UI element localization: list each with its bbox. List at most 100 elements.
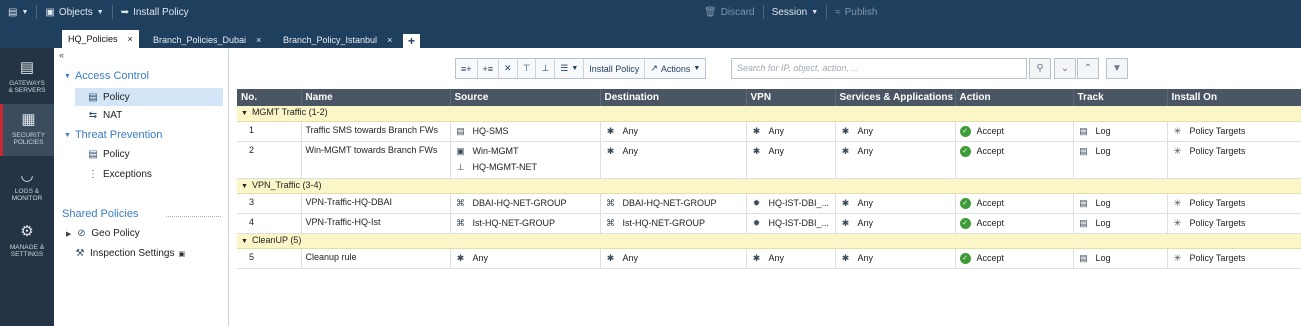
- rule-track[interactable]: ▤ Log: [1073, 248, 1168, 269]
- add-tab-button[interactable]: +: [403, 34, 420, 48]
- add-rule-above-button[interactable]: ≡+: [456, 59, 478, 78]
- nav-logs-monitor[interactable]: ◡ LOGS & MONITOR: [0, 160, 54, 212]
- table-row[interactable]: 2 Win-MGMT towards Branch FWs ▣ Win-MGMT …: [237, 141, 1301, 179]
- rule-name[interactable]: VPN-Traffic-HQ-DBAI: [301, 193, 451, 214]
- rule-source[interactable]: ▣ Win-MGMT ⊥ HQ-MGMT-NET: [450, 141, 601, 179]
- actions-menu-button[interactable]: ↗ Actions ▼: [645, 59, 705, 78]
- rule-install-on[interactable]: ✳ Policy Targets: [1167, 141, 1301, 179]
- nav-security-policies[interactable]: ▦ SECURITY POLICIES: [0, 104, 54, 156]
- rule-destination[interactable]: ✱ Any: [600, 248, 747, 269]
- rule-vpn[interactable]: ✱ Any: [746, 248, 836, 269]
- column-header-track[interactable]: Track: [1073, 89, 1168, 106]
- section-row-vpn-traffic[interactable]: ▼ VPN_Traffic (3-4): [237, 178, 1301, 194]
- rule-destination[interactable]: ✱ Any: [600, 121, 747, 142]
- column-header-no[interactable]: No.: [237, 89, 302, 106]
- column-header-install-on[interactable]: Install On: [1167, 89, 1301, 106]
- column-header-destination[interactable]: Destination: [600, 89, 747, 106]
- rule-track[interactable]: ▤ Log: [1073, 213, 1168, 234]
- rule-vpn[interactable]: ✱ Any: [746, 121, 836, 142]
- toolbar-install-policy-button[interactable]: Install Policy: [584, 59, 646, 78]
- rule-vpn[interactable]: ✹ HQ-IST-DBI_...: [746, 193, 836, 214]
- rule-name[interactable]: Cleanup rule: [301, 248, 451, 269]
- column-header-source[interactable]: Source: [450, 89, 601, 106]
- add-section-below-button[interactable]: ⊥: [536, 59, 556, 78]
- tree-item-tp-policy[interactable]: ▤ Policy: [87, 149, 129, 160]
- rule-destination[interactable]: ✱ Any: [600, 141, 747, 179]
- rule-track[interactable]: ▤ Log: [1073, 193, 1168, 214]
- tree-threat-prevention[interactable]: ▼ Threat Prevention: [64, 129, 162, 141]
- tree-access-control[interactable]: ▼ Access Control: [64, 70, 149, 82]
- rule-services[interactable]: ✱ Any: [835, 248, 956, 269]
- next-match-button[interactable]: ⌄: [1054, 58, 1076, 79]
- search-button[interactable]: ⚲: [1029, 58, 1051, 79]
- tree-item-exceptions[interactable]: ⋮ Exceptions: [87, 169, 152, 180]
- table-row[interactable]: 1 Traffic SMS towards Branch FWs ▤ HQ-SMS…: [237, 121, 1301, 142]
- section-row-cleanup[interactable]: ▼ CleanUP (5): [237, 233, 1301, 249]
- column-header-services[interactable]: Services & Applications: [835, 89, 956, 106]
- rule-services[interactable]: ✱ Any: [835, 141, 956, 179]
- rule-install-on[interactable]: ✳ Policy Targets: [1167, 248, 1301, 269]
- nav-gateways-servers[interactable]: ▤ GATEWAYS & SERVERS: [0, 52, 54, 104]
- section-row-mgmt-traffic[interactable]: ▼ MGMT Traffic (1-2): [237, 106, 1301, 122]
- rule-name[interactable]: Win-MGMT towards Branch FWs: [301, 141, 451, 179]
- search-input[interactable]: Search for IP, object, action, ...: [731, 58, 1027, 79]
- rule-services[interactable]: ✱ Any: [835, 121, 956, 142]
- rule-name[interactable]: Traffic SMS towards Branch FWs: [301, 121, 451, 142]
- rule-source[interactable]: ✱ Any: [450, 248, 601, 269]
- tab-hq-policies[interactable]: HQ_Policies ×: [62, 30, 139, 48]
- rule-action[interactable]: ✓ Accept: [955, 141, 1074, 179]
- rule-name[interactable]: VPN-Traffic-HQ-Ist: [301, 213, 451, 234]
- add-section-above-button[interactable]: ⊤: [518, 59, 537, 78]
- tree-item-geo-policy[interactable]: ▶ ⊘ Geo Policy: [66, 228, 140, 239]
- delete-rule-button[interactable]: ✕: [499, 59, 518, 78]
- nav-manage-settings[interactable]: ⚙ MANAGE & SETTINGS: [0, 216, 54, 268]
- rule-source[interactable]: ⌘ Ist-HQ-NET-GROUP: [450, 213, 601, 234]
- rule-vpn[interactable]: ✱ Any: [746, 141, 836, 179]
- tab-branch-policies-dubai[interactable]: Branch_Policies_Dubai ×: [147, 32, 267, 48]
- tree-item-nat[interactable]: ⇆ NAT: [87, 110, 122, 121]
- column-header-name[interactable]: Name: [301, 89, 451, 106]
- rule-track[interactable]: ▤ Log: [1073, 141, 1168, 179]
- rule-destination[interactable]: ⌘ Ist-HQ-NET-GROUP: [600, 213, 747, 234]
- discard-button[interactable]: 🗑 Discard: [696, 0, 763, 24]
- tree-item-ac-policy[interactable]: ▤ Policy: [75, 88, 223, 106]
- rule-services[interactable]: ✱ Any: [835, 213, 956, 234]
- chevron-down-icon[interactable]: ▼: [241, 110, 248, 117]
- rule-install-on[interactable]: ✳ Policy Targets: [1167, 121, 1301, 142]
- tree-item-inspection-settings[interactable]: ⚒ Inspection Settings ▣: [74, 248, 186, 259]
- table-row[interactable]: 5 Cleanup rule ✱ Any ✱ Any ✱ Any ✱ Any ✓ Acce…: [237, 248, 1301, 269]
- host-icon: ▤: [456, 125, 465, 136]
- session-menu-button[interactable]: Session ▼: [764, 0, 827, 24]
- rule-action[interactable]: ✓ Accept: [955, 193, 1074, 214]
- rule-source[interactable]: ▤ HQ-SMS: [450, 121, 601, 142]
- rule-action[interactable]: ✓ Accept: [955, 121, 1074, 142]
- rule-destination[interactable]: ⌘ DBAI-HQ-NET-GROUP: [600, 193, 747, 214]
- filter-button[interactable]: ▼: [1106, 58, 1128, 79]
- rule-services[interactable]: ✱ Any: [835, 193, 956, 214]
- rule-track[interactable]: ▤ Log: [1073, 121, 1168, 142]
- install-policy-button[interactable]: ➥ Install Policy: [113, 0, 197, 24]
- app-menu-button[interactable]: ▤ ▼: [0, 0, 36, 24]
- previous-match-button[interactable]: ⌃: [1077, 58, 1099, 79]
- table-row[interactable]: 4 VPN-Traffic-HQ-Ist ⌘ Ist-HQ-NET-GROUP ⌘…: [237, 213, 1301, 234]
- more-menu-button[interactable]: ☰ ▼: [555, 59, 585, 78]
- publish-button[interactable]: ≈ Publish: [827, 0, 885, 24]
- rule-action[interactable]: ✓ Accept: [955, 248, 1074, 269]
- tab-branch-policy-istanbul[interactable]: Branch_Policy_Istanbul ×: [277, 32, 398, 48]
- objects-menu-button[interactable]: ▣ Objects ▼: [37, 0, 111, 24]
- column-header-vpn[interactable]: VPN: [746, 89, 836, 106]
- rule-install-on[interactable]: ✳ Policy Targets: [1167, 193, 1301, 214]
- collapse-panel-icon[interactable]: «: [59, 50, 64, 60]
- add-rule-below-button[interactable]: +≡: [478, 59, 500, 78]
- rule-install-on[interactable]: ✳ Policy Targets: [1167, 213, 1301, 234]
- table-row[interactable]: 3 VPN-Traffic-HQ-DBAI ⌘ DBAI-HQ-NET-GROUP…: [237, 193, 1301, 214]
- close-icon[interactable]: ×: [387, 35, 392, 45]
- close-icon[interactable]: ×: [256, 35, 261, 45]
- chevron-down-icon[interactable]: ▼: [241, 183, 248, 190]
- rule-vpn[interactable]: ✹ HQ-IST-DBI_...: [746, 213, 836, 234]
- close-icon[interactable]: ×: [128, 34, 133, 44]
- column-header-action[interactable]: Action: [955, 89, 1074, 106]
- rule-source[interactable]: ⌘ DBAI-HQ-NET-GROUP: [450, 193, 601, 214]
- rule-action[interactable]: ✓ Accept: [955, 213, 1074, 234]
- chevron-down-icon[interactable]: ▼: [241, 238, 248, 245]
